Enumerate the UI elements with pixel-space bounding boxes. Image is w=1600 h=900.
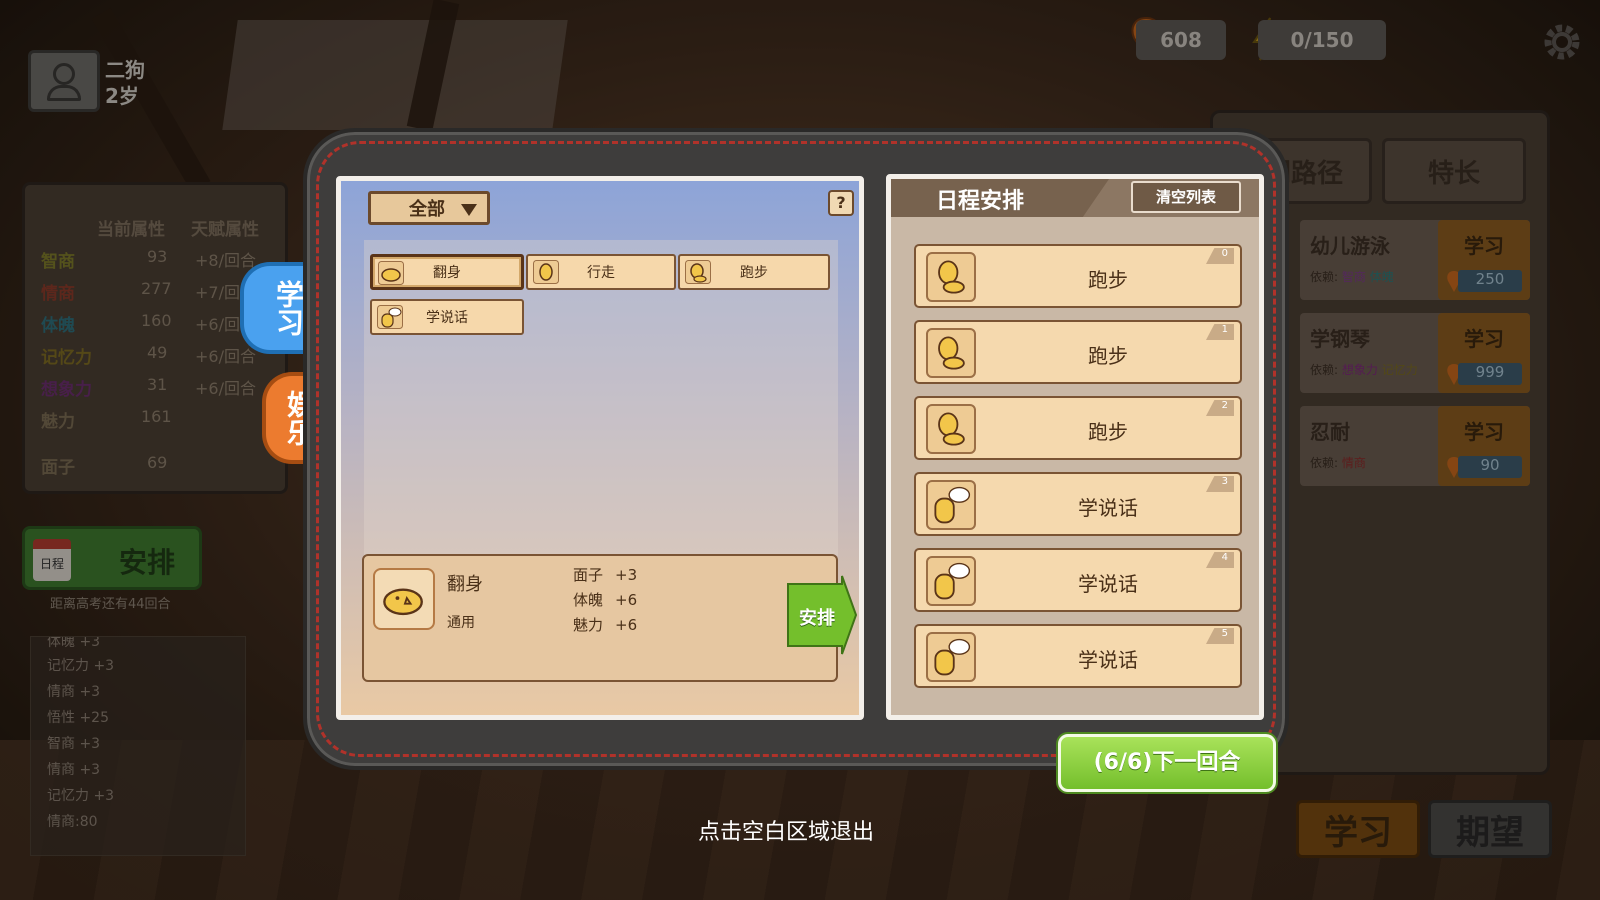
tab-study-label: 学习: [272, 280, 305, 336]
schedule-item-name: 跑步: [1088, 344, 1128, 368]
activity-item-label: 跑步: [740, 265, 768, 281]
activity-item-roll-over[interactable]: 翻身: [370, 254, 524, 290]
schedule-item[interactable]: 跑步 0: [914, 244, 1242, 308]
running-baby-icon: [685, 260, 711, 284]
schedule-item[interactable]: 学说话 4: [914, 548, 1242, 612]
activity-item-walk[interactable]: 行走: [526, 254, 676, 290]
schedule-item-name: 学说话: [1078, 572, 1138, 596]
running-baby-icon: [926, 328, 976, 378]
activity-item-learn-speak[interactable]: 学说话: [370, 299, 524, 335]
schedule-item-name: 跑步: [1088, 420, 1128, 444]
effect-attribute: 面子: [573, 566, 604, 584]
running-baby-icon: [926, 404, 976, 454]
speaking-baby-icon: [926, 480, 976, 530]
rolling-baby-icon: [378, 261, 404, 285]
schedule-item-index: 0: [1206, 248, 1234, 264]
next-round-button[interactable]: (6/6)下一回合: [1058, 734, 1276, 792]
activity-item-label: 翻身: [433, 265, 461, 281]
schedule-item-name: 学说话: [1078, 496, 1138, 520]
detail-effect: 体魄 +6: [573, 589, 637, 610]
schedule-item-index: 4: [1206, 552, 1234, 568]
category-filter-select[interactable]: 全部: [368, 191, 490, 225]
schedule-item[interactable]: 学说话 5: [914, 624, 1242, 688]
walking-baby-icon: [533, 260, 559, 284]
detail-activity-type: 通用: [447, 615, 475, 631]
schedule-item[interactable]: 跑步 2: [914, 396, 1242, 460]
effect-value: +6: [615, 591, 638, 609]
schedule-item-name: 跑步: [1088, 268, 1128, 292]
category-filter-value: 全部: [409, 199, 445, 220]
speaking-baby-icon: [926, 632, 976, 682]
schedule-item-index: 2: [1206, 400, 1234, 416]
effect-attribute: 体魄: [573, 591, 604, 609]
effect-attribute: 魅力: [573, 616, 604, 634]
schedule-item-name: 学说话: [1078, 648, 1138, 672]
detail-activity-name: 翻身: [447, 574, 483, 595]
schedule-item-index: 5: [1206, 628, 1234, 644]
help-button[interactable]: ?: [828, 190, 854, 216]
chevron-down-icon: [461, 204, 477, 216]
schedule-item-index: 3: [1206, 476, 1234, 492]
schedule-item-index: 1: [1206, 324, 1234, 340]
activity-item-run[interactable]: 跑步: [678, 254, 830, 290]
speaking-baby-icon: [926, 556, 976, 606]
arrange-button[interactable]: 安排: [786, 574, 858, 656]
running-baby-icon: [926, 252, 976, 302]
arrange-button-label: 安排: [799, 608, 835, 629]
detail-effect: 魅力 +6: [573, 614, 637, 635]
effect-value: +3: [615, 566, 638, 584]
clear-list-button[interactable]: 清空列表: [1131, 181, 1241, 213]
schedule-title: 日程安排: [936, 189, 1025, 214]
schedule-item[interactable]: 跑步 1: [914, 320, 1242, 384]
activity-item-label: 学说话: [426, 310, 468, 326]
exit-hint: 点击空白区域退出: [697, 820, 874, 845]
speaking-baby-icon: [377, 305, 403, 329]
schedule-item[interactable]: 学说话 3: [914, 472, 1242, 536]
activity-item-label: 行走: [587, 265, 615, 281]
effect-value: +6: [615, 616, 638, 634]
rolling-baby-icon: [373, 568, 435, 630]
detail-effect: 面子 +3: [573, 564, 637, 585]
